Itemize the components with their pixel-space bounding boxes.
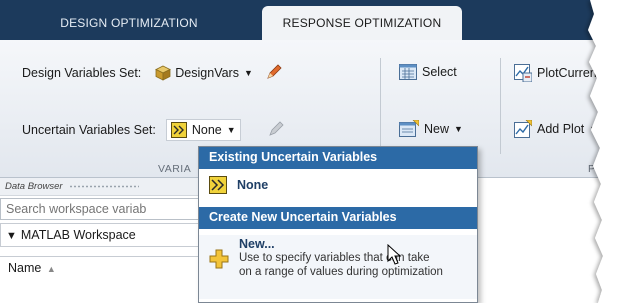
chevron-down-icon: ▼: [454, 124, 463, 134]
pencil-disabled-icon: [267, 120, 285, 141]
data-browser-title: Data Browser: [0, 178, 200, 196]
new-menu-text: New... Use to specify variables that can…: [239, 237, 443, 279]
plot-current-icon: [514, 64, 532, 82]
uncertain-variables-icon: [209, 176, 227, 194]
name-column-header[interactable]: Name ▲: [0, 256, 200, 278]
torn-edge-decoration: [588, 0, 630, 303]
select-icon: [399, 64, 417, 80]
new-menu-description-line2: on a range of values during optimization: [239, 266, 443, 278]
uncertain-variables-row: Uncertain Variables Set: None ▼: [22, 117, 285, 143]
uncertain-variables-value: None: [191, 123, 222, 137]
workspace-section-header[interactable]: ▼ MATLAB Workspace: [0, 223, 200, 247]
new-menu-title: New...: [239, 237, 275, 251]
new-menu-item[interactable]: New... Use to specify variables that can…: [199, 235, 477, 299]
design-variables-value: DesignVars: [175, 66, 239, 80]
uncertain-variables-icon: [170, 122, 187, 138]
new-label: New: [424, 122, 450, 136]
create-uncertain-header: Create New Uncertain Variables: [199, 207, 477, 229]
uncertain-variables-dropdown[interactable]: None ▼: [165, 119, 241, 141]
workspace-section-label: MATLAB Workspace: [20, 228, 136, 242]
name-column-label: Name: [8, 261, 42, 275]
pencil-icon[interactable]: [265, 63, 283, 84]
data-browser-panel: Data Browser ▼MATLAB Workspace Name ▲: [0, 178, 200, 303]
variables-group-label: VARIA: [158, 163, 192, 175]
tab-response-optimization[interactable]: RESPONSE OPTIMIZATION: [262, 6, 462, 40]
new-table-icon: [399, 120, 419, 138]
mouse-cursor-icon: [387, 243, 403, 266]
collapse-triangle-icon: ▼: [6, 230, 17, 242]
design-variables-dropdown[interactable]: DesignVars ▼: [151, 63, 257, 83]
select-button[interactable]: Select: [399, 64, 457, 80]
select-label: Select: [422, 65, 457, 79]
design-variables-label: Design Variables Set:: [22, 66, 142, 80]
tab-strip: DESIGN OPTIMIZATION RESPONSE OPTIMIZATIO…: [0, 0, 630, 40]
existing-uncertain-header: Existing Uncertain Variables: [199, 147, 477, 169]
new-menu-description-line1: Use to specify variables that can take: [239, 252, 430, 264]
toolstrip-separator: [380, 58, 381, 154]
grip-handle[interactable]: [68, 184, 139, 188]
add-plot-icon: [514, 120, 532, 138]
data-browser-title-text: Data Browser: [5, 181, 63, 192]
none-menu-label: None: [237, 178, 269, 192]
design-variables-row: Design Variables Set: DesignVars ▼: [22, 60, 283, 86]
workspace-search-input[interactable]: [0, 198, 200, 220]
sort-up-icon: ▲: [46, 264, 56, 274]
toolstrip-separator: [500, 58, 501, 154]
chevron-down-icon: ▼: [226, 125, 236, 135]
add-plus-icon: [209, 249, 229, 269]
none-menu-item[interactable]: None: [199, 176, 477, 200]
uncertain-variables-label: Uncertain Variables Set:: [22, 123, 156, 137]
chevron-down-icon: ▼: [243, 68, 253, 78]
tab-design-optimization[interactable]: DESIGN OPTIMIZATION: [0, 6, 258, 40]
new-button[interactable]: New ▼: [399, 120, 463, 138]
cube-icon: [155, 65, 172, 81]
uncertain-variables-popup: Existing Uncertain Variables None Create…: [198, 146, 478, 303]
